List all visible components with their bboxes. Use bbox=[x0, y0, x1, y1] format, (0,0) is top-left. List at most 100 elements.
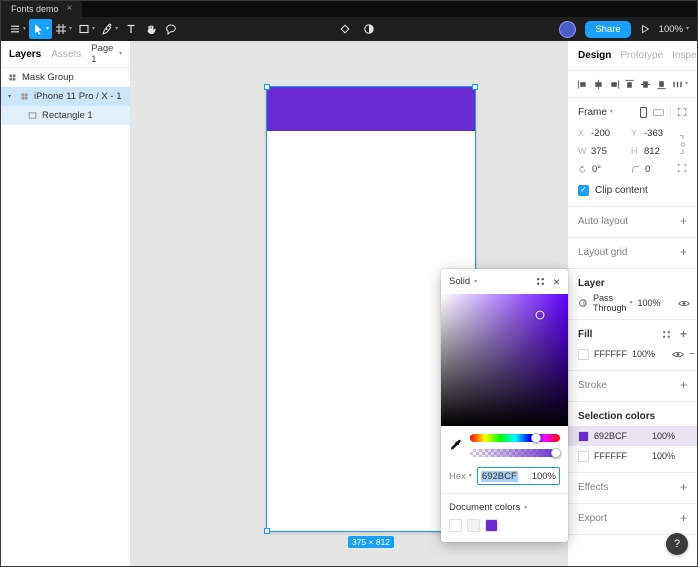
effects-title: Effects bbox=[578, 481, 609, 493]
width-input[interactable]: W 375 bbox=[578, 146, 631, 157]
move-tool-button[interactable]: ▾ bbox=[29, 19, 53, 39]
frame-tool-button[interactable]: ▾ bbox=[52, 19, 75, 39]
canvas-rectangle[interactable] bbox=[266, 86, 476, 131]
align-bottom-icon[interactable] bbox=[656, 79, 667, 90]
frame-icon bbox=[20, 92, 29, 101]
remove-fill-button[interactable]: − bbox=[689, 348, 695, 360]
eyedropper-button[interactable] bbox=[449, 439, 462, 452]
portrait-orientation-button[interactable] bbox=[640, 106, 647, 118]
x-position-input[interactable]: X -200 bbox=[578, 128, 631, 139]
tab-inspect[interactable]: Inspect bbox=[672, 50, 697, 61]
layer-row-rectangle[interactable]: Rectangle 1 bbox=[1, 106, 130, 125]
document-color-swatch[interactable] bbox=[449, 519, 462, 532]
hue-slider-thumb[interactable] bbox=[530, 433, 541, 443]
shape-tool-button[interactable]: ▾ bbox=[75, 19, 98, 39]
add-export-button[interactable]: + bbox=[680, 512, 687, 524]
expand-caret-icon[interactable]: ▾ bbox=[8, 93, 15, 100]
opacity-input[interactable]: 100% bbox=[530, 468, 559, 484]
hue-slider[interactable] bbox=[470, 433, 560, 443]
rotation-input[interactable]: 0° bbox=[578, 164, 631, 175]
styles-icon[interactable] bbox=[661, 329, 672, 340]
main-menu-button[interactable]: ▾ bbox=[6, 19, 29, 39]
constrain-proportions-icon bbox=[680, 135, 686, 154]
page-selector-label: Page 1 bbox=[91, 43, 114, 65]
text-tool-icon bbox=[127, 24, 135, 33]
color-swatch[interactable] bbox=[578, 430, 589, 442]
chevron-down-icon: ▾ bbox=[524, 504, 528, 511]
tab-assets[interactable]: Assets bbox=[51, 49, 81, 60]
align-top-icon[interactable] bbox=[624, 79, 635, 90]
tab-design[interactable]: Design bbox=[578, 50, 611, 61]
text-tool-button[interactable] bbox=[121, 19, 141, 39]
add-layout-grid-button[interactable]: + bbox=[680, 246, 687, 258]
tab-prototype[interactable]: Prototype bbox=[620, 50, 663, 61]
align-right-icon[interactable] bbox=[609, 79, 620, 90]
blend-mode-select[interactable]: Pass Through ▾ bbox=[593, 293, 633, 313]
align-vertical-center-icon[interactable] bbox=[640, 79, 651, 90]
resize-to-fit-button[interactable] bbox=[670, 107, 687, 117]
layer-opacity-input[interactable]: 100% bbox=[638, 298, 673, 308]
add-auto-layout-button[interactable]: + bbox=[680, 215, 687, 227]
constrain-proportions-button[interactable] bbox=[678, 132, 687, 157]
selection-colors-title: Selection colors bbox=[578, 410, 656, 422]
mask-icon[interactable] bbox=[363, 23, 375, 35]
paint-type-select[interactable]: Solid ▾ bbox=[449, 276, 477, 287]
layer-row-frame[interactable]: ▾ iPhone 11 Pro / X - 1 bbox=[1, 87, 130, 106]
component-icon[interactable] bbox=[339, 23, 351, 35]
resize-handle-bottom-left[interactable] bbox=[264, 528, 270, 534]
alpha-slider[interactable] bbox=[470, 448, 561, 458]
close-icon[interactable]: × bbox=[553, 276, 560, 288]
frame-preset-select[interactable]: Frame bbox=[578, 107, 607, 118]
document-color-swatch[interactable] bbox=[467, 519, 480, 532]
color-cursor[interactable] bbox=[535, 310, 545, 320]
layer-row-mask-group[interactable]: Mask Group bbox=[1, 68, 130, 87]
share-button[interactable]: Share bbox=[585, 20, 631, 38]
move-cursor-icon bbox=[35, 24, 42, 35]
height-input[interactable]: H 812 bbox=[631, 146, 684, 157]
eye-icon[interactable] bbox=[677, 299, 690, 308]
present-button[interactable] bbox=[640, 24, 650, 34]
saturation-brightness-area[interactable] bbox=[441, 294, 568, 426]
document-colors-toggle[interactable]: Document colors ▾ bbox=[441, 494, 568, 519]
auto-layout-title: Auto layout bbox=[578, 215, 629, 227]
fill-opacity-input[interactable]: 100% bbox=[632, 349, 667, 359]
page-selector[interactable]: Page 1 ▾ bbox=[91, 43, 122, 65]
add-effect-button[interactable]: + bbox=[680, 481, 687, 493]
hand-tool-button[interactable] bbox=[141, 19, 161, 39]
document-color-swatch[interactable] bbox=[485, 519, 498, 532]
styles-icon[interactable] bbox=[535, 276, 546, 287]
y-position-input[interactable]: Y -363 bbox=[631, 128, 684, 139]
hex-input[interactable]: 692BCF bbox=[478, 468, 530, 484]
align-left-icon[interactable] bbox=[577, 79, 588, 90]
distribute-menu-button[interactable]: ▾ bbox=[672, 79, 688, 90]
comment-tool-button[interactable] bbox=[161, 19, 181, 39]
help-button[interactable]: ? bbox=[666, 533, 688, 555]
selection-color-row[interactable]: FFFFFF 100% bbox=[578, 446, 687, 466]
color-format-select[interactable]: Hex ▾ bbox=[449, 471, 472, 482]
chevron-down-icon: ▾ bbox=[118, 51, 122, 57]
tab-layers[interactable]: Layers bbox=[9, 49, 41, 60]
independent-corners-button[interactable] bbox=[677, 163, 687, 173]
fill-color-swatch[interactable] bbox=[578, 348, 589, 360]
zoom-select[interactable]: 100% ▾ bbox=[659, 24, 689, 35]
layers-panel: Layers Assets Page 1 ▾ Mask Group ▾ iPho… bbox=[1, 41, 131, 566]
fill-hex-input[interactable]: FFFFFF bbox=[594, 349, 627, 359]
landscape-orientation-button[interactable] bbox=[653, 108, 664, 116]
alpha-slider-thumb[interactable] bbox=[550, 448, 561, 458]
add-stroke-button[interactable]: + bbox=[680, 379, 687, 391]
document-tab[interactable]: Fonts demo × bbox=[1, 1, 83, 17]
chevron-down-icon: ▾ bbox=[474, 278, 478, 285]
rectangle-tool-icon bbox=[79, 24, 89, 34]
color-swatch[interactable] bbox=[578, 450, 589, 462]
selection-color-row[interactable]: 692BCF 100% bbox=[568, 426, 697, 446]
pen-tool-button[interactable]: ▾ bbox=[98, 19, 121, 39]
eye-icon[interactable] bbox=[672, 350, 684, 359]
add-fill-button[interactable]: + bbox=[680, 328, 687, 340]
color-picker-header: Solid ▾ × bbox=[441, 269, 568, 294]
clip-content-checkbox[interactable]: ✓ bbox=[578, 184, 589, 196]
resize-to-fit-icon bbox=[677, 107, 687, 117]
close-tab-icon[interactable]: × bbox=[67, 4, 73, 14]
properties-panel-tabs: Design Prototype Inspect bbox=[568, 41, 697, 71]
avatar[interactable] bbox=[559, 20, 577, 38]
align-horizontal-center-icon[interactable] bbox=[593, 79, 604, 90]
